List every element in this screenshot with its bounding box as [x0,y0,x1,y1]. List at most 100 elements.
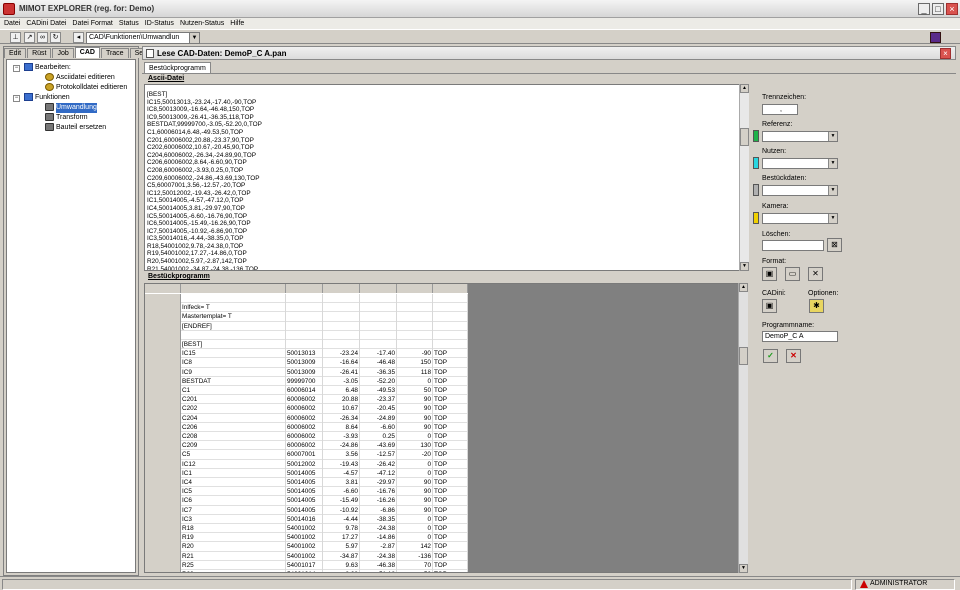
menu-id-status[interactable]: ID-Status [145,18,174,29]
row-header[interactable] [145,395,181,405]
table-cell[interactable]: -38.35 [360,514,397,524]
table-cell[interactable]: R20 [181,542,286,552]
table-cell[interactable]: 90 [397,496,433,506]
table-cell[interactable]: 118 [397,367,433,377]
table-cell[interactable]: -24.38 [360,551,397,561]
table-cell[interactable]: 9.78 [323,524,360,534]
table-row[interactable]: C201 60006002 20.88 -23.37 90 TOP [145,395,468,405]
table-cell[interactable] [433,303,468,313]
table-cell[interactable]: -46.38 [360,560,397,570]
table-cell[interactable] [360,330,397,340]
cancel-x-icon[interactable]: ✕ [786,349,801,363]
row-header[interactable] [145,330,181,340]
table-cell[interactable] [397,330,433,340]
chevron-down-icon[interactable]: ▼ [189,33,199,43]
table-row[interactable]: C5 60007001 3.56 -12.57 -20 TOP [145,450,468,460]
table-cell[interactable]: -46.48 [360,358,397,368]
table-cell[interactable]: 0 [397,432,433,442]
table-cell[interactable]: TOP [433,533,468,543]
table-cell[interactable]: -29.97 [360,478,397,488]
row-header[interactable] [145,312,181,322]
nutzen-color-swatch[interactable] [753,157,759,169]
table-cell[interactable] [360,321,397,331]
table-cell[interactable]: TOP [433,487,468,497]
table-cell[interactable]: C1 [181,386,286,396]
table-cell[interactable]: R29 [181,570,286,572]
chevron-down-icon[interactable]: ▼ [828,186,837,195]
book-icon[interactable] [930,32,941,43]
scroll-up-icon[interactable]: ▲ [739,283,748,292]
table-cell[interactable]: -36.35 [360,367,397,377]
table-cell[interactable]: -2.87 [360,542,397,552]
table-cell[interactable]: 10.67 [323,404,360,414]
table-cell[interactable]: -16.76 [360,487,397,497]
table-cell[interactable]: -24.86 [323,441,360,451]
kamera-select[interactable]: ▼ [762,213,838,224]
row-header[interactable] [145,432,181,442]
export-icon[interactable]: ↗ [24,32,35,43]
table-cell[interactable]: -23.37 [360,395,397,405]
table-row[interactable]: C206 60006002 8.64 -6.60 90 TOP [145,422,468,432]
table-cell[interactable]: TOP [433,496,468,506]
table-cell[interactable] [433,294,468,304]
table-cell[interactable]: 54001002 [286,551,323,561]
table-cell[interactable]: C208 [181,432,286,442]
row-header[interactable] [145,404,181,414]
table-cell[interactable]: 90 [397,413,433,423]
table-cell[interactable]: -23.24 [323,349,360,359]
table-cell[interactable]: TOP [433,386,468,396]
table-cell[interactable]: -26.34 [323,413,360,423]
table-row[interactable] [145,294,468,304]
table-cell[interactable] [323,303,360,313]
collapse-icon[interactable]: − [13,95,20,102]
table-cell[interactable]: 0 [397,459,433,469]
grid-scrollbar[interactable]: ▲ ▼ [738,283,748,573]
table-cell[interactable]: TOP [433,542,468,552]
save-cadini-icon[interactable]: ▣ [762,299,777,313]
table-cell[interactable] [323,321,360,331]
table-cell[interactable]: [ENDREF] [181,321,286,331]
row-header[interactable] [145,487,181,497]
table-cell[interactable]: -12.57 [360,450,397,460]
table-cell[interactable]: R18 [181,524,286,534]
table-cell[interactable]: IC5 [181,487,286,497]
referenz-color-swatch[interactable] [753,130,759,142]
table-cell[interactable]: -24.38 [360,524,397,534]
table-cell[interactable]: 0.25 [360,432,397,442]
table-cell[interactable]: 6.48 [323,386,360,396]
table-cell[interactable]: 9.63 [323,560,360,570]
row-header[interactable] [145,441,181,451]
table-cell[interactable] [360,340,397,350]
tree-node-bearbeiten[interactable]: Bearbeiten: [24,63,71,73]
row-header[interactable] [145,340,181,350]
close-button[interactable]: × [946,3,958,15]
table-cell[interactable]: 50014005 [286,496,323,506]
row-header[interactable] [145,570,181,572]
table-cell[interactable]: -20.45 [360,404,397,414]
table-cell[interactable]: 50014005 [286,468,323,478]
table-row[interactable]: IC5 50014005 -6.60 -16.76 90 TOP [145,487,468,497]
table-cell[interactable]: 54001002 [286,524,323,534]
row-header[interactable] [145,376,181,386]
table-cell[interactable]: -10.92 [323,505,360,515]
table-cell[interactable]: 50 [397,570,433,572]
referenz-select[interactable]: ▼ [762,131,838,142]
tab-ruest[interactable]: Rüst [27,48,52,58]
table-row[interactable]: Mastertemplat= T [145,312,468,322]
table-cell[interactable]: 50014016 [286,514,323,524]
table-cell[interactable]: 60006014 [286,386,323,396]
table-row[interactable]: IC3 50014016 -4.44 -38.35 0 TOP [145,514,468,524]
table-cell[interactable]: 3.81 [323,478,360,488]
table-cell[interactable]: TOP [433,524,468,534]
table-cell[interactable]: 0 [397,376,433,386]
table-cell[interactable]: -6.60 [360,422,397,432]
menu-nutzen-status[interactable]: Nutzen-Status [180,18,224,29]
table-cell[interactable] [286,330,323,340]
table-cell[interactable] [397,303,433,313]
tree-node-ascii-edit[interactable]: Asciidatei editieren [45,73,115,83]
table-cell[interactable] [286,340,323,350]
minimize-button[interactable]: _ [918,3,930,15]
table-cell[interactable]: TOP [433,468,468,478]
table-cell[interactable]: Inlfeck= T [181,303,286,313]
row-header[interactable] [145,478,181,488]
